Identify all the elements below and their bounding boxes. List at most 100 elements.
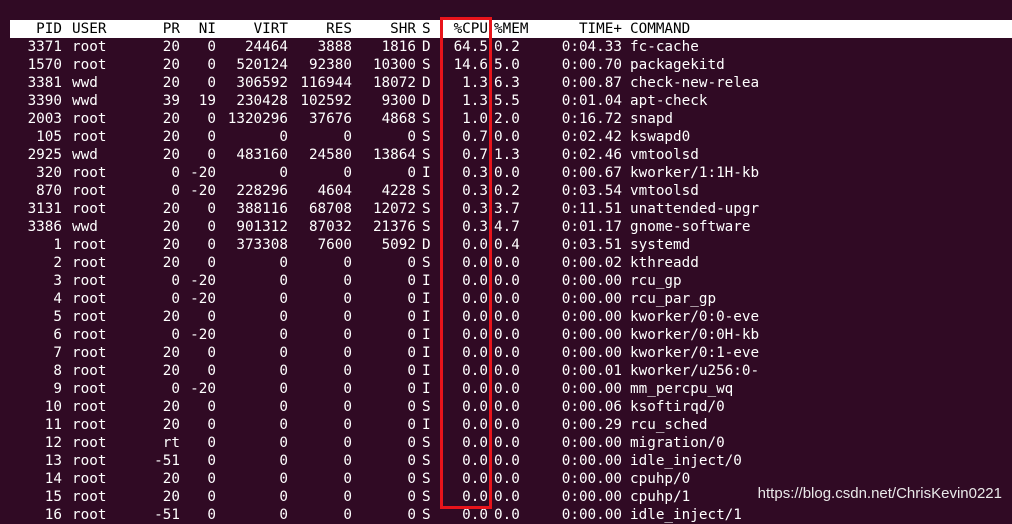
process-time: 0:00.00 xyxy=(561,327,622,343)
process-pid: 3386 xyxy=(27,219,62,235)
table-row[interactable]: 9 root 0 -20 0 0 0 I 0.0 0.0 0:00.00 mm_percpu_wq xyxy=(0,380,1012,398)
process-res: 0 xyxy=(343,129,352,145)
table-row[interactable]: 8 root 20 0 0 0 0 I 0.0 0.0 0:00.01 kworker/u256:0- xyxy=(0,362,1012,380)
table-row[interactable]: 1570 root 20 0 520124 92380 10300 S 14.6 5.0 0:00.… xyxy=(0,56,1012,74)
process-pid: 320 xyxy=(36,165,62,181)
table-row[interactable]: 5 root 20 0 0 0 0 I 0.0 0.0 0:00.00 kworker/0:0-eve xyxy=(0,308,1012,326)
process-cpu: 0.0 xyxy=(462,345,488,361)
table-row[interactable]: 10 root 20 0 0 0 0 S 0.0 0.0 0:00.06 ksoftirqd/0 xyxy=(0,398,1012,416)
table-row[interactable]: 320 root 0 -20 0 0 0 I 0.3 0.0 0:00.67 kworker/1:1H… xyxy=(0,164,1012,182)
table-row[interactable]: 4 root 0 -20 0 0 0 I 0.0 0.0 0:00.00 rcu_par_gp xyxy=(0,290,1012,308)
column-header-mem: %MEM xyxy=(494,21,529,37)
process-cpu: 14.6 xyxy=(453,57,488,73)
process-nice: 0 xyxy=(207,57,216,73)
table-row[interactable]: 6 root 0 -20 0 0 0 I 0.0 0.0 0:00.00 kworker/0:0H-k… xyxy=(0,326,1012,344)
table-row[interactable]: 3371 root 20 0 24464 3888 1816 D 64.5 0.2 0:04.33 f… xyxy=(0,38,1012,56)
column-header-pid: PID xyxy=(36,21,62,37)
process-nice: -20 xyxy=(190,291,216,307)
table-row[interactable]: 16 root -51 0 0 0 0 S 0.0 0.0 0:00.00 idle_inject/1 xyxy=(0,506,1012,524)
process-priority: 0 xyxy=(171,165,180,181)
process-command: kswapd0 xyxy=(630,129,691,145)
process-nice: 0 xyxy=(207,111,216,127)
process-user: root xyxy=(72,435,107,451)
process-shr: 5092 xyxy=(381,237,416,253)
process-user: root xyxy=(72,111,107,127)
table-row[interactable]: 3386 wwd 20 0 901312 87032 21376 S 0.3 4.7 0:01.17… xyxy=(0,218,1012,236)
process-time: 0:00.00 xyxy=(561,507,622,523)
process-cpu: 64.5 xyxy=(453,39,488,55)
terminal-window[interactable]: PID USER PR NI VIRT RES SHR S %CPU %MEM … xyxy=(0,0,1012,523)
process-pid: 1570 xyxy=(27,57,62,73)
process-time: 0:00.67 xyxy=(561,165,622,181)
process-time: 0:00.06 xyxy=(561,399,622,415)
process-nice: 0 xyxy=(207,309,216,325)
process-virt: 0 xyxy=(279,507,288,523)
table-row[interactable]: 7 root 20 0 0 0 0 I 0.0 0.0 0:00.00 kworker/0:1-eve xyxy=(0,344,1012,362)
process-shr: 12072 xyxy=(372,201,416,217)
process-time: 0:02.42 xyxy=(561,129,622,145)
table-row[interactable]: 12 root rt 0 0 0 0 S 0.0 0.0 0:00.00 migration/0 xyxy=(0,434,1012,452)
process-priority: rt xyxy=(162,435,180,451)
table-row[interactable]: 3390 wwd 39 19 230428 102592 9300 D 1.3 5.5 0:01.0… xyxy=(0,92,1012,110)
process-state: S xyxy=(422,471,431,487)
process-cpu: 0.0 xyxy=(462,399,488,415)
process-shr: 0 xyxy=(407,399,416,415)
process-priority: -51 xyxy=(154,507,180,523)
column-header-user: USER xyxy=(72,21,107,37)
process-command: snapd xyxy=(630,111,674,127)
table-row[interactable]: 2925 wwd 20 0 483160 24580 13864 S 0.7 1.3 0:02.46… xyxy=(0,146,1012,164)
process-state: S xyxy=(422,489,431,505)
process-pid: 3390 xyxy=(27,93,62,109)
table-row[interactable]: 105 root 20 0 0 0 0 S 0.7 0.0 0:02.42 kswapd0 xyxy=(0,128,1012,146)
process-mem: 3.7 xyxy=(494,201,520,217)
process-priority: 20 xyxy=(162,57,180,73)
process-user: root xyxy=(72,471,107,487)
process-virt: 306592 xyxy=(236,75,288,91)
process-user: root xyxy=(72,129,107,145)
table-row[interactable]: 3131 root 20 0 388116 68708 12072 S 0.3 3.7 0:11.5… xyxy=(0,200,1012,218)
process-virt: 0 xyxy=(279,165,288,181)
process-user: root xyxy=(72,489,107,505)
process-res: 0 xyxy=(343,165,352,181)
process-cpu: 0.0 xyxy=(462,327,488,343)
process-command: kworker/0:0H-kb xyxy=(630,327,760,343)
process-nice: 0 xyxy=(207,237,216,253)
process-mem: 0.2 xyxy=(494,183,520,199)
process-priority: 0 xyxy=(171,291,180,307)
process-state: D xyxy=(422,39,431,55)
process-nice: -20 xyxy=(190,165,216,181)
process-nice: -20 xyxy=(190,273,216,289)
process-shr: 10300 xyxy=(372,57,416,73)
process-virt: 483160 xyxy=(236,147,288,163)
process-command: apt-check xyxy=(630,93,708,109)
table-row[interactable]: 13 root -51 0 0 0 0 S 0.0 0.0 0:00.00 idle_inject/0 xyxy=(0,452,1012,470)
table-row[interactable]: 870 root 0 -20 228296 4604 4228 S 0.3 0.2 0:03.54 v… xyxy=(0,182,1012,200)
process-nice: 0 xyxy=(207,345,216,361)
process-mem: 0.0 xyxy=(494,345,520,361)
table-row[interactable]: 3381 wwd 20 0 306592 116944 18072 D 1.3 6.3 0:00.8… xyxy=(0,74,1012,92)
process-mem: 0.0 xyxy=(494,129,520,145)
process-shr: 21376 xyxy=(372,219,416,235)
table-row[interactable]: 2 root 20 0 0 0 0 S 0.0 0.0 0:00.02 kthreadd xyxy=(0,254,1012,272)
process-virt: 0 xyxy=(279,471,288,487)
process-time: 0:00.00 xyxy=(561,309,622,325)
process-pid: 3131 xyxy=(27,201,62,217)
process-res: 0 xyxy=(343,453,352,469)
table-row[interactable]: 3 root 0 -20 0 0 0 I 0.0 0.0 0:00.00 rcu_gp xyxy=(0,272,1012,290)
process-command: fc-cache xyxy=(630,39,699,55)
column-header-virt: VIRT xyxy=(253,21,288,37)
process-mem: 5.5 xyxy=(494,93,520,109)
process-mem: 0.0 xyxy=(494,309,520,325)
process-shr: 0 xyxy=(407,273,416,289)
process-res: 0 xyxy=(343,471,352,487)
process-time: 0:00.01 xyxy=(561,363,622,379)
process-table-header: PID USER PR NI VIRT RES SHR S %CPU %MEM … xyxy=(10,20,1012,38)
process-time: 0:00.70 xyxy=(561,57,622,73)
process-state: D xyxy=(422,93,431,109)
table-row[interactable]: 2003 root 20 0 1320296 37676 4868 S 1.0 2.0 0:16.7… xyxy=(0,110,1012,128)
process-cpu: 0.0 xyxy=(462,435,488,451)
table-row[interactable]: 11 root 20 0 0 0 0 I 0.0 0.0 0:00.29 rcu_sched xyxy=(0,416,1012,434)
process-time: 0:04.33 xyxy=(561,39,622,55)
process-command: vmtoolsd xyxy=(630,147,699,163)
table-row[interactable]: 1 root 20 0 373308 7600 5092 D 0.0 0.4 0:03.51 syst… xyxy=(0,236,1012,254)
